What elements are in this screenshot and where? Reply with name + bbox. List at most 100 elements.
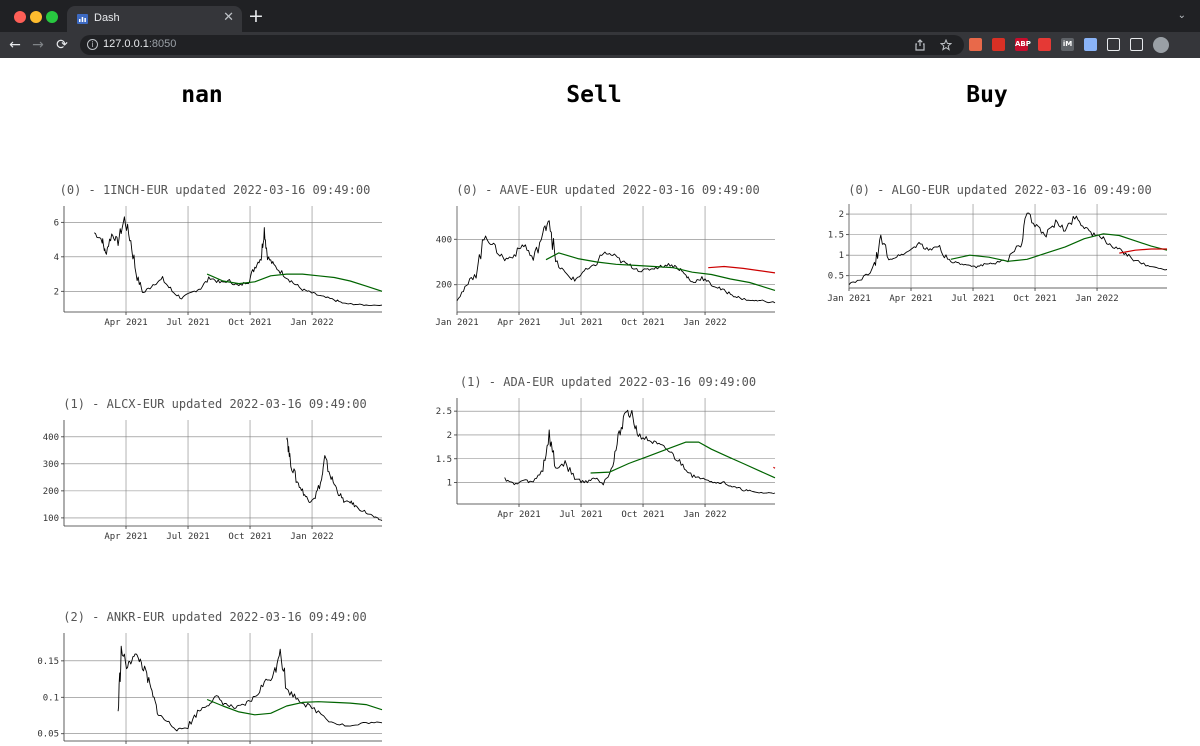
series-price <box>93 216 383 306</box>
x-tick-label: Jul 2021 <box>559 510 602 520</box>
chart-title: (0) - ALGO-EUR updated 2022-03-16 09:49:… <box>848 183 1151 197</box>
x-tick-label: Jan 2022 <box>683 510 726 520</box>
chart-title: (0) - 1INCH-EUR updated 2022-03-16 09:49… <box>60 183 371 197</box>
y-tick-label: 1.5 <box>828 231 844 241</box>
series-sma-short <box>773 466 776 469</box>
y-tick-label: 1.5 <box>436 455 452 465</box>
y-tick-label: 200 <box>43 487 59 497</box>
im-ext-icon[interactable]: iM <box>1061 38 1074 51</box>
x-tick-label: Oct 2021 <box>621 318 664 328</box>
x-tick-label: Oct 2021 <box>621 510 664 520</box>
profile-avatar[interactable] <box>1153 37 1169 53</box>
x-tick-label: Jan 2022 <box>1075 294 1118 304</box>
x-tick-label: Jul 2021 <box>951 294 994 304</box>
address-bar[interactable]: i 127.0.0.1:8050 <box>80 35 964 55</box>
y-tick-label: 400 <box>43 433 59 443</box>
y-tick-label: 6 <box>54 218 59 228</box>
hand-ext-icon[interactable] <box>992 38 1005 51</box>
x-tick-label: Apr 2021 <box>889 294 932 304</box>
chart-1inch-eur[interactable]: (0) - 1INCH-EUR updated 2022-03-16 09:49… <box>30 182 390 336</box>
y-tick-label: 2 <box>839 210 844 220</box>
browser-window: Dash ✕ + ⌄ ← → ⟳ i 127.0.0.1:8050 ABP iM … <box>0 0 1200 746</box>
tab-title: Dash <box>94 12 120 24</box>
column-title-sell: Sell <box>566 82 622 108</box>
chart-algo-eur[interactable]: (0) - ALGO-EUR updated 2022-03-16 09:49:… <box>815 182 1175 316</box>
chart-ankr-eur[interactable]: (2) - ANKR-EUR updated 2022-03-16 09:49:… <box>30 609 390 746</box>
dash-favicon-icon <box>77 14 88 24</box>
y-tick-label: 1 <box>839 251 844 261</box>
x-tick-label: Jul 2021 <box>166 318 209 328</box>
y-tick-label: 0.1 <box>43 693 59 703</box>
x-tick-label: Jul 2021 <box>559 318 602 328</box>
dash-page: nan Sell Buy (0) - 1INCH-EUR updated 202… <box>0 58 1200 746</box>
series-sma-long <box>206 273 383 292</box>
back-button[interactable]: ← <box>6 36 24 54</box>
x-tick-label: Jan 2022 <box>683 318 726 328</box>
y-tick-label: 1 <box>447 479 452 489</box>
chart-alcx-eur[interactable]: (1) - ALCX-EUR updated 2022-03-16 09:49:… <box>30 396 390 550</box>
x-tick-label: Oct 2021 <box>1013 294 1056 304</box>
y-tick-label: 2 <box>54 287 59 297</box>
series-price <box>456 220 776 304</box>
y-tick-label: 0.05 <box>37 730 59 740</box>
chart-title: (0) - AAVE-EUR updated 2022-03-16 09:49:… <box>456 183 759 197</box>
x-tick-label: Jan 2021 <box>435 318 478 328</box>
y-tick-label: 4 <box>54 253 59 263</box>
reload-button[interactable]: ⟳ <box>53 36 71 54</box>
x-tick-label: Oct 2021 <box>228 532 271 542</box>
tab-search-chevron-icon[interactable]: ⌄ <box>1178 10 1186 21</box>
series-sma-long <box>590 441 776 479</box>
minimize-window-button[interactable] <box>30 11 42 23</box>
new-tab-button[interactable]: + <box>248 5 264 27</box>
url-port: :8050 <box>148 38 177 50</box>
adblock-plus-icon[interactable]: ABP <box>1015 38 1031 51</box>
y-tick-label: 0.15 <box>37 657 59 667</box>
tab-close-icon[interactable]: ✕ <box>223 10 234 26</box>
y-tick-label: 400 <box>436 235 452 245</box>
series-price <box>286 437 383 521</box>
sidepanel-icon[interactable] <box>1130 38 1143 51</box>
series-sma-short <box>708 265 776 274</box>
media-ext-icon[interactable] <box>1038 38 1051 51</box>
chart-title: (2) - ANKR-EUR updated 2022-03-16 09:49:… <box>63 610 366 624</box>
close-window-button[interactable] <box>14 11 26 23</box>
chart-ada-eur[interactable]: (1) - ADA-EUR updated 2022-03-16 09:49:0… <box>423 374 783 528</box>
series-sma-short <box>1119 248 1167 254</box>
bookmark-ext-icon[interactable] <box>969 38 982 51</box>
x-tick-label: Apr 2021 <box>104 532 147 542</box>
x-tick-label: Jul 2021 <box>166 532 209 542</box>
y-tick-label: 100 <box>43 514 59 524</box>
x-tick-label: Jan 2022 <box>290 318 333 328</box>
y-tick-label: 2.5 <box>436 407 452 417</box>
series-price <box>504 409 776 494</box>
x-tick-label: Apr 2021 <box>104 318 147 328</box>
shield-ext-icon[interactable] <box>1084 38 1097 51</box>
site-info-icon[interactable]: i <box>87 39 98 50</box>
y-tick-label: 2 <box>447 431 452 441</box>
series-sma-long <box>950 233 1168 262</box>
star-icon[interactable] <box>940 39 952 51</box>
maximize-window-button[interactable] <box>46 11 58 23</box>
x-tick-label: Oct 2021 <box>228 318 271 328</box>
share-icon[interactable] <box>914 39 926 51</box>
tab-dash[interactable]: Dash ✕ <box>67 6 242 32</box>
tab-strip: Dash ✕ + ⌄ <box>0 0 1200 32</box>
url-host: 127.0.0.1 <box>103 38 149 50</box>
x-tick-label: Jan 2022 <box>290 532 333 542</box>
browser-toolbar: ← → ⟳ i 127.0.0.1:8050 ABP iM <box>0 32 1200 58</box>
chart-title: (1) - ALCX-EUR updated 2022-03-16 09:49:… <box>63 397 366 411</box>
x-tick-label: Jan 2021 <box>827 294 870 304</box>
chart-aave-eur[interactable]: (0) - AAVE-EUR updated 2022-03-16 09:49:… <box>423 182 783 336</box>
chart-title: (1) - ADA-EUR updated 2022-03-16 09:49:0… <box>460 375 756 389</box>
y-tick-label: 300 <box>43 460 59 470</box>
series-price <box>848 212 1168 286</box>
forward-button[interactable]: → <box>29 36 47 54</box>
y-tick-label: 200 <box>436 281 452 291</box>
url-text: 127.0.0.1:8050 <box>103 38 176 50</box>
x-tick-label: Apr 2021 <box>497 318 540 328</box>
y-tick-label: 0.5 <box>828 272 844 282</box>
column-title-nan: nan <box>181 82 223 108</box>
column-title-buy: Buy <box>966 82 1008 108</box>
puzzle-icon[interactable] <box>1107 38 1120 51</box>
x-tick-label: Apr 2021 <box>497 510 540 520</box>
